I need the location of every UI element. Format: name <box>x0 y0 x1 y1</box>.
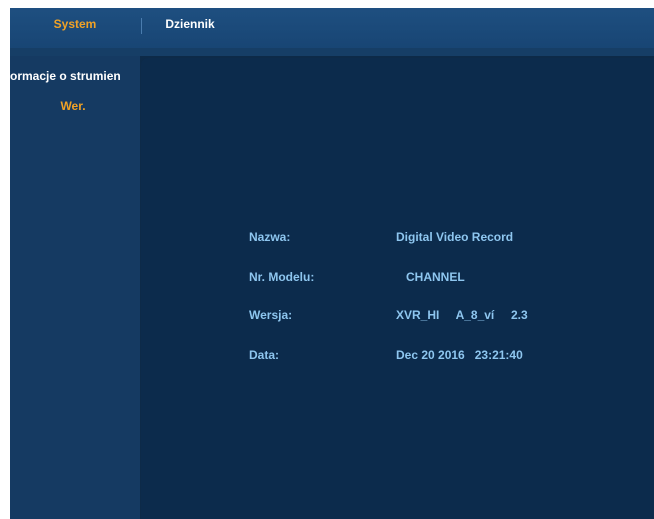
tab-system[interactable]: System <box>10 8 140 48</box>
version-label: Wersja: <box>249 308 293 322</box>
sidebar-item-version[interactable]: Wer. <box>10 96 138 116</box>
dvr-screen: System Dziennik formacje o strumien Wer.… <box>10 8 654 519</box>
tab-bar-divider <box>10 48 654 56</box>
name-label: Nazwa: <box>249 230 291 244</box>
model-value: CHANNEL <box>396 270 465 284</box>
sidebar: formacje o strumien Wer. <box>10 56 140 519</box>
name-value: Digital Video Record <box>396 230 514 244</box>
model-label: Nr. Modelu: <box>249 270 315 284</box>
tab-log[interactable]: Dziennik <box>142 8 238 48</box>
version-value: XVR_HI A_8_ví 2.3 <box>396 308 528 322</box>
date-value: Dec 20 2016 23:21:40 <box>396 348 523 362</box>
date-label: Data: <box>249 348 280 362</box>
version-info-panel: Nazwa: Digital Video Record Nr. Modelu: … <box>141 58 654 519</box>
sidebar-item-stream-info[interactable]: formacje o strumien <box>10 66 140 86</box>
top-tab-bar: System Dziennik <box>10 8 654 49</box>
